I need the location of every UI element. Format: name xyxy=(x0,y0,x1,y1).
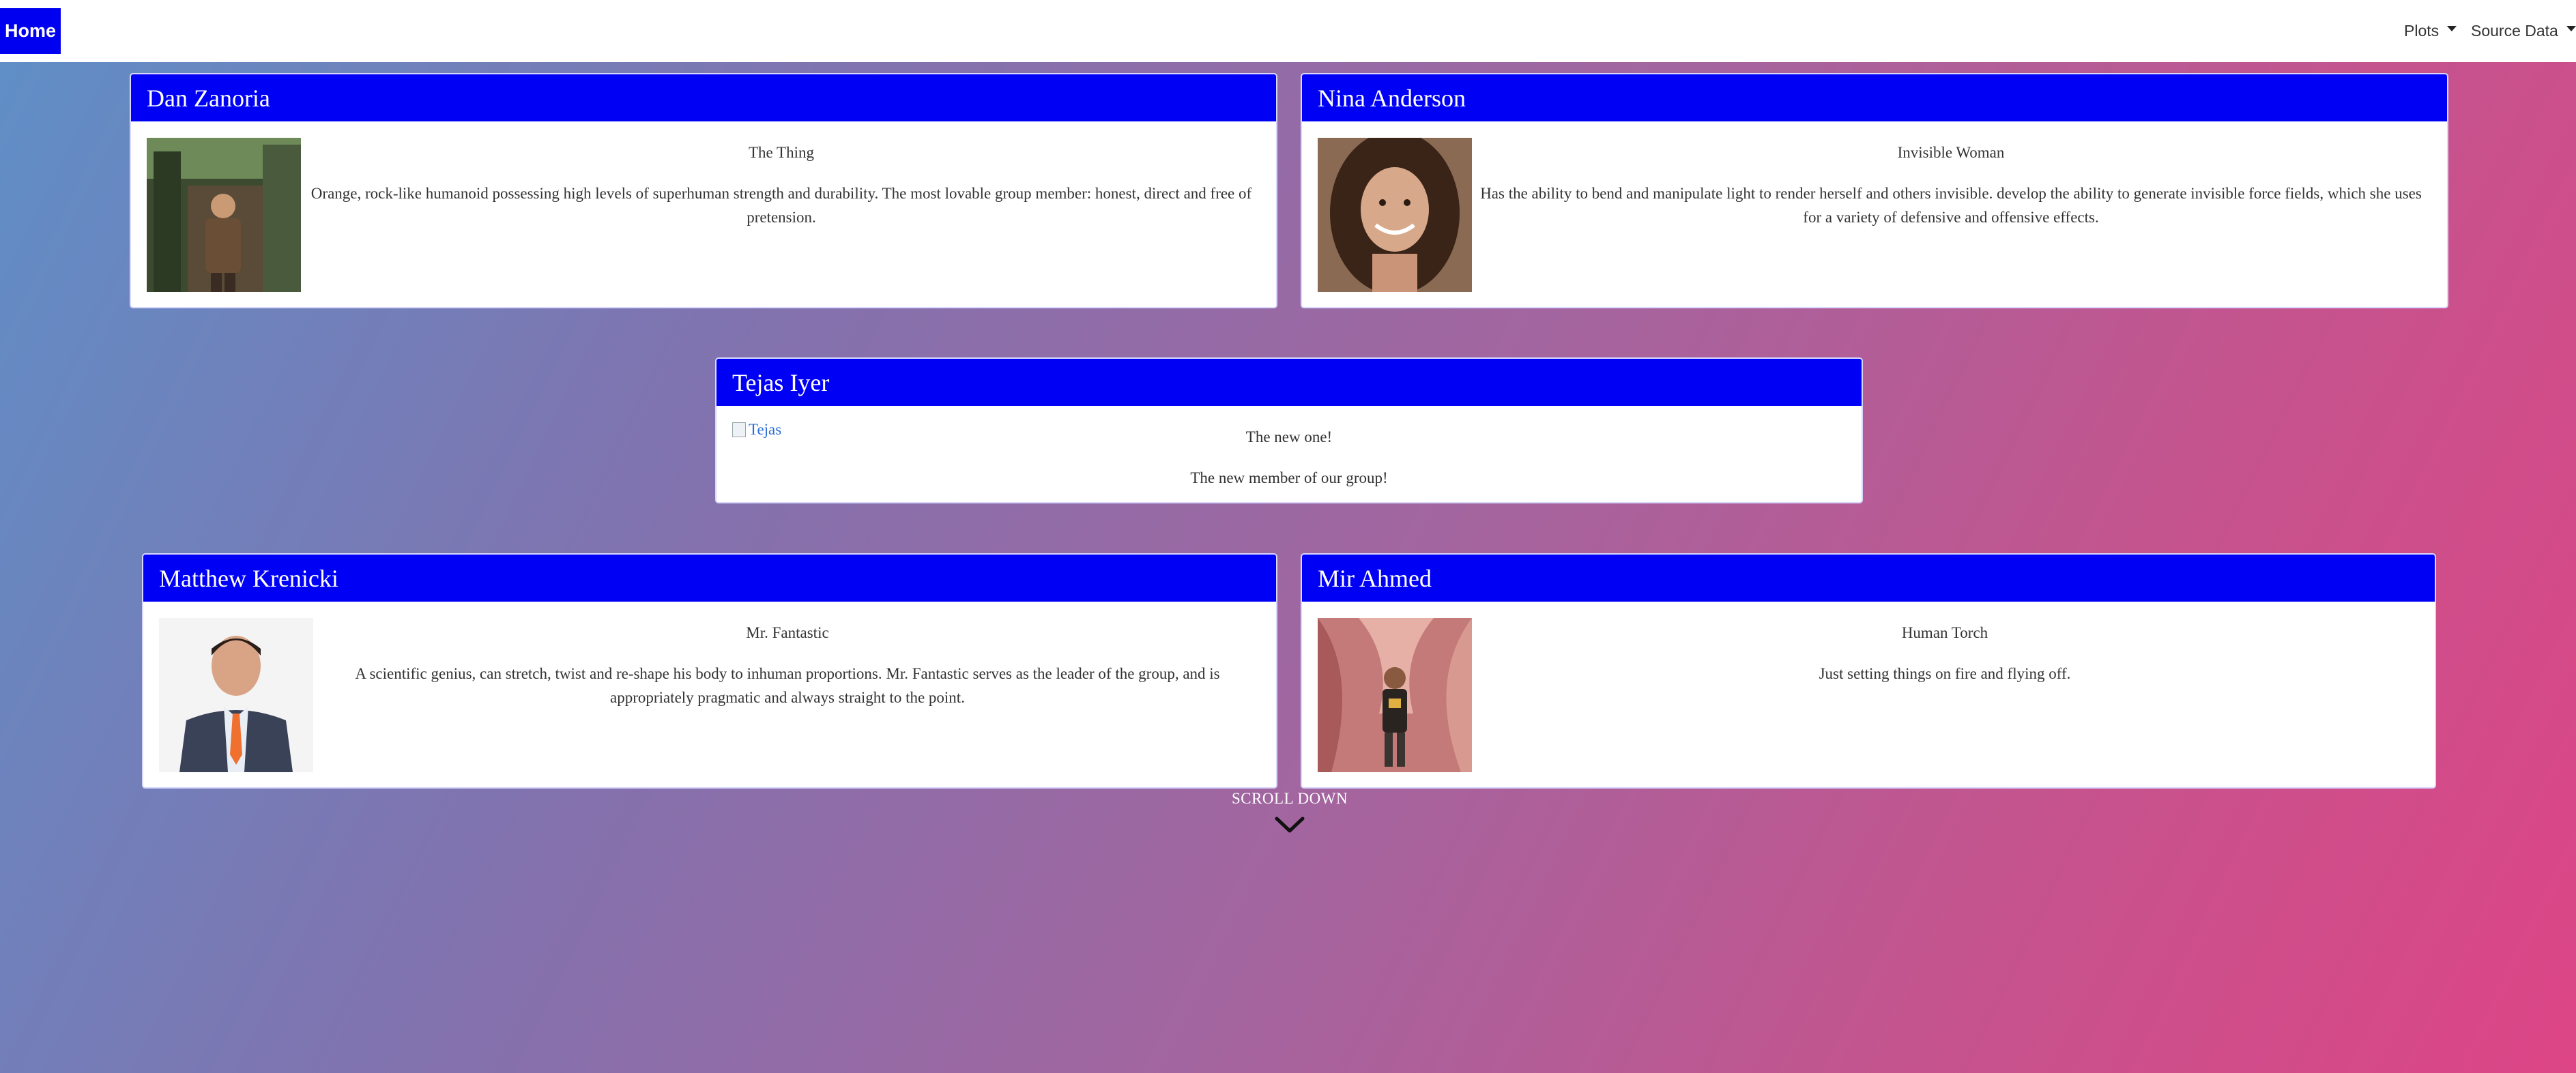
chevron-down-icon[interactable] xyxy=(1275,816,1305,838)
member-role: The new one! xyxy=(1245,428,1333,445)
card-text: Mr. Fantastic A scientific genius, can s… xyxy=(319,618,1256,709)
member-photo xyxy=(1318,618,1472,772)
card-header: Matthew Krenicki xyxy=(143,555,1276,602)
card-text: Human Torch Just setting things on fire … xyxy=(1475,618,2414,686)
caret-down-icon xyxy=(2566,26,2576,31)
member-role: The Thing xyxy=(748,144,815,161)
navbar: Home Plots Source Data xyxy=(0,0,2576,62)
card-text: Invisible Woman Has the ability to bend … xyxy=(1475,138,2427,229)
member-role: Human Torch xyxy=(1901,624,1988,641)
card-text: The new one! The new member of our group… xyxy=(737,422,1841,490)
scroll-down-label[interactable]: SCROLL DOWN xyxy=(1199,790,1380,808)
card-header: Nina Anderson xyxy=(1302,74,2447,121)
member-card-dan: Dan Zanoria The Thing Orange, rock-like … xyxy=(130,73,1277,308)
member-role: Invisible Woman xyxy=(1897,144,2005,161)
caret-down-icon xyxy=(2447,26,2457,31)
member-card-matthew: Matthew Krenicki Mr. Fantastic A scienti… xyxy=(142,553,1277,789)
member-role: Mr. Fantastic xyxy=(746,624,829,641)
home-button[interactable]: Home xyxy=(0,8,61,54)
member-photo xyxy=(1318,138,1472,292)
plots-dropdown-label: Plots xyxy=(2404,21,2440,40)
card-header: Dan Zanoria xyxy=(131,74,1276,121)
member-card-nina: Nina Anderson Invisible Woman Has the ab… xyxy=(1301,73,2448,308)
member-card-tejas: Tejas Iyer Tejas The new one! The new me… xyxy=(715,357,1863,503)
card-header: Mir Ahmed xyxy=(1302,555,2435,602)
member-card-mir: Mir Ahmed Human Torch Just setting thing… xyxy=(1301,553,2436,789)
member-description: The new member of our group! xyxy=(1190,469,1388,486)
card-text: The Thing Orange, rock-like humanoid pos… xyxy=(307,138,1256,229)
member-description: A scientific genius, can stretch, twist … xyxy=(355,665,1220,706)
member-photo xyxy=(147,138,301,292)
member-description: Orange, rock-like humanoid possessing hi… xyxy=(310,185,1252,226)
source-data-dropdown[interactable]: Source Data xyxy=(2471,19,2576,42)
card-header: Tejas Iyer xyxy=(717,359,1862,406)
member-photo xyxy=(159,618,313,772)
source-data-dropdown-label: Source Data xyxy=(2471,21,2558,40)
member-description: Just setting things on fire and flying o… xyxy=(1819,665,2071,682)
plots-dropdown[interactable]: Plots xyxy=(2404,19,2457,42)
member-description: Has the ability to bend and manipulate l… xyxy=(1480,185,2422,226)
